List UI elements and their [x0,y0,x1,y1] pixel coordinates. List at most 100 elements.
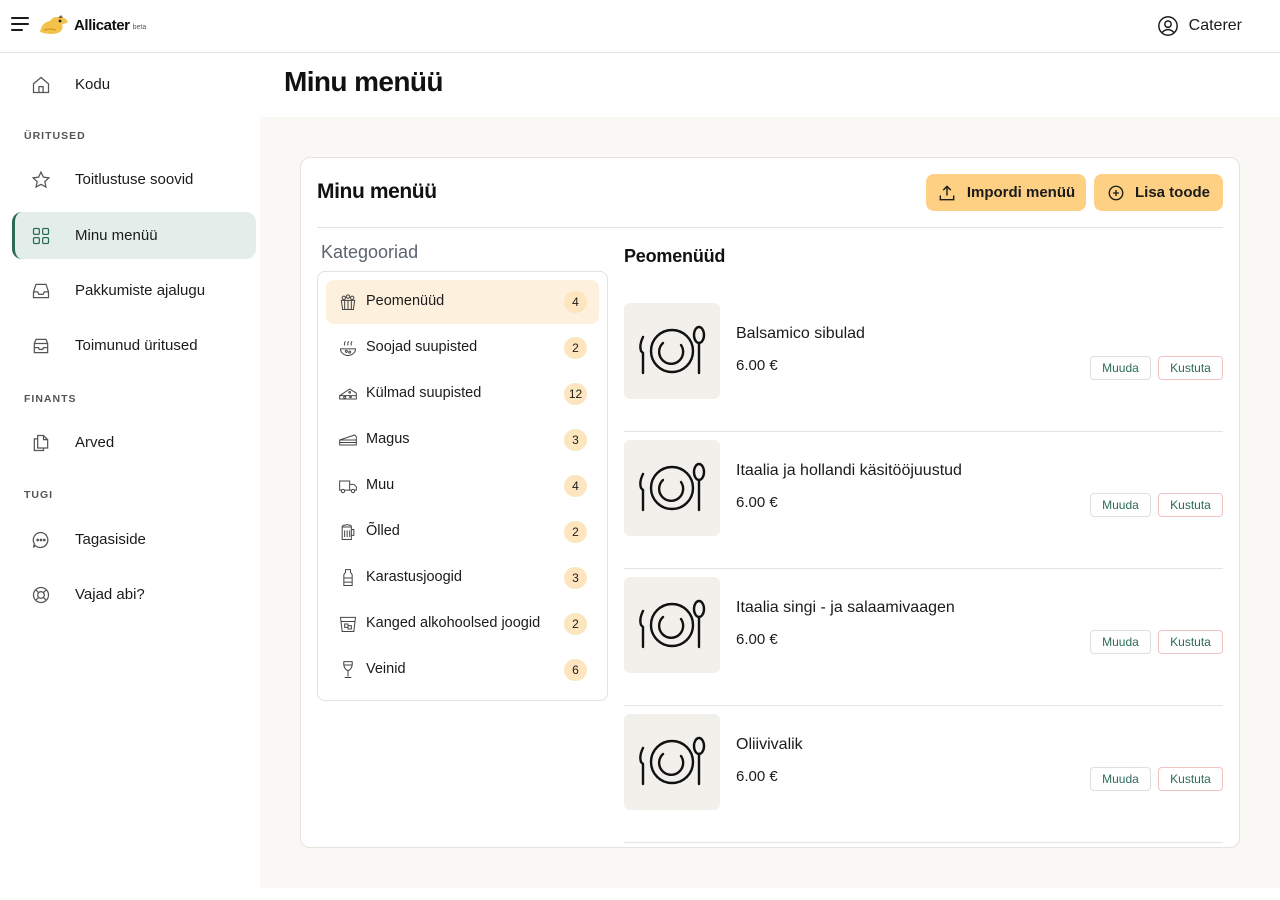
category-count-badge: 4 [564,475,587,497]
beer-icon [341,524,355,540]
card-title: Minu menüü [317,180,437,203]
edit-product-button[interactable]: Muuda [1090,493,1151,517]
star-icon [31,170,51,189]
category-label: Õlled [366,523,400,539]
user-circle-icon [1157,16,1178,36]
cheese-icon [339,388,357,400]
sidebar-item-label: Arved [75,434,115,451]
plus-circle-icon [1108,185,1124,200]
soda-icon [343,569,353,586]
product-price: 6.00 € [736,494,778,511]
category-label: Peomenüüd [366,293,445,309]
category-count-badge: 4 [564,291,587,313]
products-heading: Peomenüüd [624,246,726,266]
sidebar-item-feedback[interactable]: Tagasiside [12,516,256,563]
category-label: Kanged alkohoolsed joogid [366,615,541,631]
plate-cutlery-icon [639,325,706,375]
sidebar-item-offer-history[interactable]: Pakkumiste ajalugu [12,267,256,314]
sidebar-item-label: Minu menüü [75,227,158,244]
category-count-badge: 3 [564,429,587,451]
delete-product-button[interactable]: Kustuta [1158,767,1223,791]
spirits-icon [339,616,357,632]
truck-icon [339,480,357,494]
sidebar-section-finance: FINANTS [24,393,77,405]
category-count-badge: 12 [564,383,587,405]
grid-icon [32,227,50,245]
category-label: Soojad suupisted [366,339,478,355]
upload-icon [939,184,955,200]
sidebar-item-past-events[interactable]: Toimunud üritused [12,322,256,369]
cake-icon [339,434,357,446]
sidebar-section-events: ÜRITUSED [24,130,86,142]
product-name: Balsamico sibulad [736,325,865,342]
product-thumbnail [624,440,720,536]
sidebar-item-label: Vajad abi? [75,586,145,603]
product-thumbnail [624,577,720,673]
category-item-soft-drinks[interactable]: Karastusjoogid 3 [326,556,599,600]
product-price: 6.00 € [736,768,778,785]
delete-product-button[interactable]: Kustuta [1158,630,1223,654]
beta-badge: beta [132,24,147,31]
category-item-beers[interactable]: Õlled 2 [326,510,599,554]
category-count-badge: 2 [564,521,587,543]
category-count-badge: 3 [564,567,587,589]
categories-heading: Kategooriad [321,242,419,262]
sidebar-item-help[interactable]: Vajad abi? [12,571,256,618]
party-icon [340,294,356,310]
delete-product-button[interactable]: Kustuta [1158,493,1223,517]
category-label: Karastusjoogid [366,569,462,585]
import-menu-button[interactable]: Impordi menüü [926,174,1086,211]
product-name: Oliivivalik [736,736,803,753]
home-icon [32,76,50,94]
product-thumbnail [624,303,720,399]
edit-product-button[interactable]: Muuda [1090,767,1151,791]
logo[interactable]: Allicater beta [38,12,146,38]
sidebar-item-label: Kodu [75,76,111,93]
category-item-other[interactable]: Muu 4 [326,464,599,508]
category-item-hot-snacks[interactable]: Soojad suupisted 2 [326,326,599,370]
product-row: Itaalia ja hollandi käsitööjuustud 6.00 … [624,432,1223,569]
app-name: Allicater [74,17,130,34]
category-item-spirits[interactable]: Kanged alkohoolsed joogid 2 [326,602,599,646]
documents-icon [33,434,49,452]
sidebar-item-home[interactable]: Kodu [12,61,256,108]
alligator-logo-icon [40,15,68,34]
product-price: 6.00 € [736,357,778,374]
user-menu[interactable]: Caterer [1157,15,1242,37]
category-item-party-menus[interactable]: Peomenüüd 4 [326,280,599,324]
product-thumbnail [624,714,720,810]
category-item-sweets[interactable]: Magus 3 [326,418,599,462]
menu-icon[interactable] [11,17,29,31]
sidebar-item-my-menu[interactable]: Minu menüü [12,212,256,259]
sidebar-item-label: Pakkumiste ajalugu [75,282,206,299]
inbox-icon [32,283,50,299]
delete-product-button[interactable]: Kustuta [1158,356,1223,380]
edit-product-button[interactable]: Muuda [1090,356,1151,380]
plate-cutlery-icon [639,599,706,649]
category-label: Magus [366,431,410,447]
sidebar-item-invoices[interactable]: Arved [12,419,256,466]
product-name: Itaalia ja hollandi käsitööjuustud [736,462,962,479]
top-bar: Allicater beta Caterer [0,0,1280,53]
page-title: Minu menüü [284,66,443,97]
lifebuoy-icon [32,586,50,604]
category-item-wines[interactable]: Veinid 6 [326,648,599,692]
sidebar-item-label: Tagasiside [75,531,146,548]
category-label: Külmad suupisted [366,385,482,401]
product-name: Itaalia singi - ja salaamivaagen [736,599,955,616]
archive-icon [33,338,49,354]
category-label: Muu [366,477,395,493]
plate-cutlery-icon [639,736,706,786]
menu-card: Minu menüü Impordi menüü Lisa toode Kate… [300,157,1240,848]
import-menu-label: Impordi menüü [966,184,1076,201]
plate-cutlery-icon [639,462,706,512]
category-item-cold-snacks[interactable]: Külmad suupisted 12 [326,372,599,416]
hot-snack-icon [339,340,357,356]
add-product-button[interactable]: Lisa toode [1094,174,1223,211]
product-row: Balsamico sibulad 6.00 € Muuda Kustuta [624,295,1223,432]
edit-product-button[interactable]: Muuda [1090,630,1151,654]
sidebar-item-catering-requests[interactable]: Toitlustuse soovid [12,156,256,203]
product-row: Oliivivalik 6.00 € Muuda Kustuta [624,706,1223,843]
sidebar-item-label: Toimunud üritused [75,337,198,354]
categories-list: Peomenüüd 4 Soojad suupisted 2 Külmad su… [317,271,608,701]
